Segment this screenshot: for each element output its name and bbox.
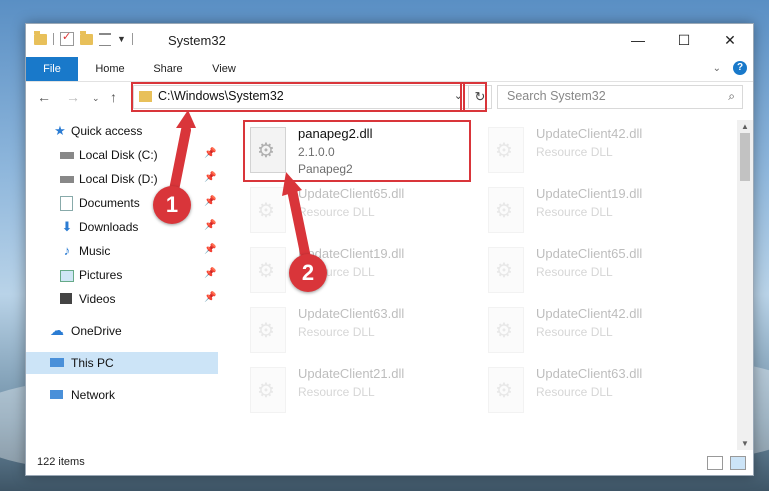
step-badge-2: 2 bbox=[289, 254, 327, 292]
step-badge-1: 1 bbox=[153, 186, 191, 224]
annotation-arrows bbox=[167, 110, 311, 263]
